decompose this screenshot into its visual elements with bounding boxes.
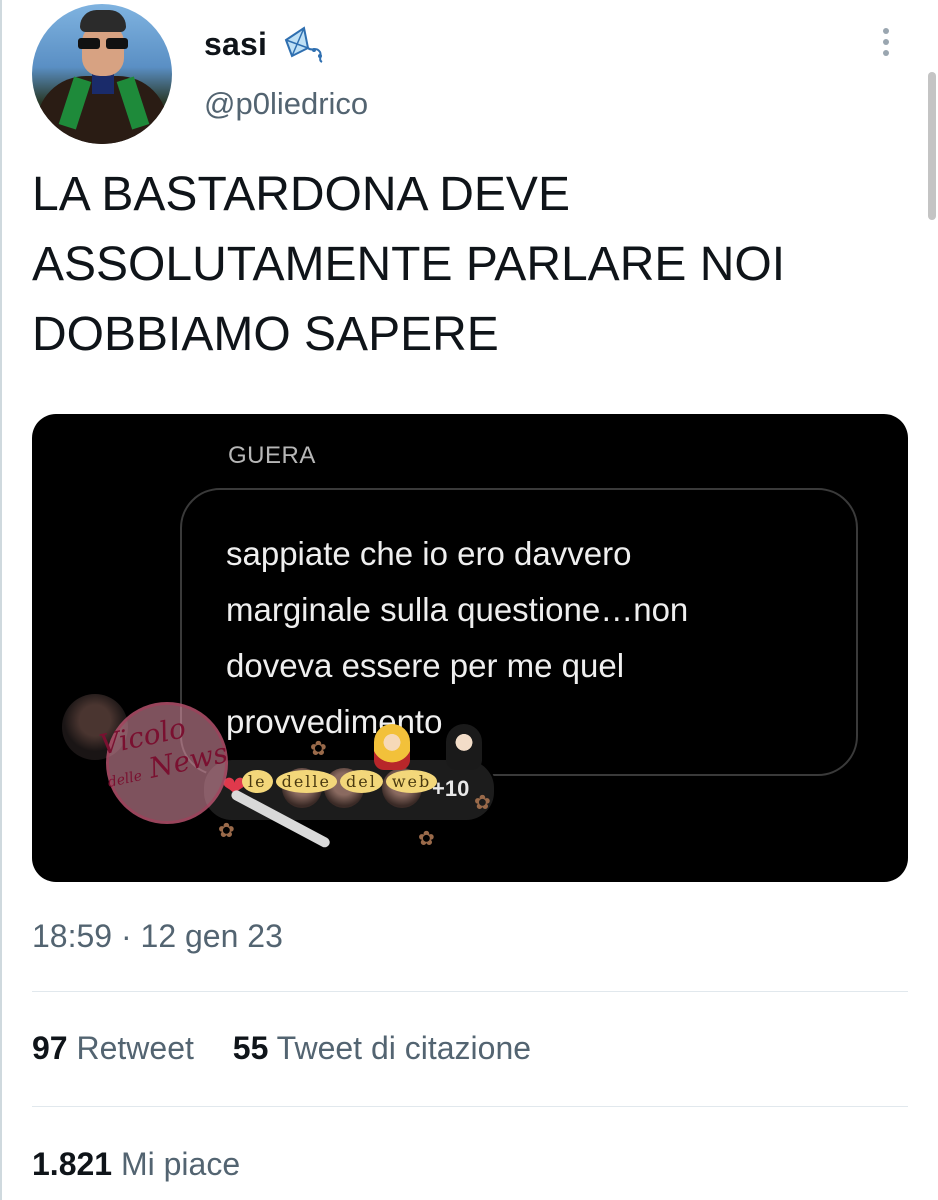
likes-count: 1.821 xyxy=(32,1146,113,1182)
likes-row: 1.821 Mi piace xyxy=(32,1146,270,1183)
tweet-text-line: DOBBIAMO SAPERE xyxy=(32,308,499,361)
paw-icon: ✿ xyxy=(474,792,491,814)
sticker-letter: web xyxy=(385,770,438,793)
engagement-row: 97 Retweet 55 Tweet di citazione xyxy=(32,1030,561,1067)
kite-icon xyxy=(284,26,323,63)
paw-icon: ✿ xyxy=(418,828,435,850)
tweet-media-image[interactable]: GUERA sappiate che io ero davvero margin… xyxy=(32,414,908,882)
sticker-girl-blonde xyxy=(374,724,410,770)
sticker-letter: del xyxy=(340,770,383,793)
tweet-timestamp[interactable]: 18:59 · 12 gen 23 xyxy=(32,918,283,955)
retweets-count: 97 xyxy=(32,1030,68,1066)
message-line: sappiate che io ero davvero xyxy=(226,535,632,572)
retweets-label: Retweet xyxy=(76,1030,194,1066)
message-text: sappiate che io ero davvero marginale su… xyxy=(226,526,846,750)
retweets-stat[interactable]: 97 Retweet xyxy=(32,1030,194,1067)
author-avatar[interactable] xyxy=(32,4,172,144)
author-display-name[interactable]: sasi xyxy=(204,26,267,63)
sticker-letter: delle xyxy=(275,770,338,793)
more-vertical-icon[interactable] xyxy=(876,28,896,64)
tweet-text: LA BASTARDONA DEVE ASSOLUTAMENTE PARLARE… xyxy=(32,160,912,370)
tweet-text-line: ASSOLUTAMENTE PARLARE NOI xyxy=(32,238,786,291)
quotes-label: Tweet di citazione xyxy=(276,1030,532,1066)
left-border xyxy=(0,0,2,1200)
divider xyxy=(32,1106,908,1107)
author-handle[interactable]: @p0liedrico xyxy=(204,86,368,122)
sticker-girl-dark xyxy=(446,724,482,770)
likes-stat[interactable]: 1.821 Mi piace xyxy=(32,1146,240,1183)
message-line: doveva essere per me quel xyxy=(226,647,625,684)
tweet-text-line: LA BASTARDONA DEVE xyxy=(32,168,570,221)
scrollbar[interactable] xyxy=(928,72,936,220)
paw-icon: ✿ xyxy=(218,820,235,842)
message-sender-name: GUERA xyxy=(228,442,316,469)
message-line: marginale sulla questione…non xyxy=(226,591,689,628)
quotes-stat[interactable]: 55 Tweet di citazione xyxy=(233,1030,531,1067)
paw-icon: ✿ xyxy=(310,738,327,760)
quotes-count: 55 xyxy=(232,1030,269,1066)
likes-label: Mi piace xyxy=(120,1146,241,1182)
sticker-text: le delle del web xyxy=(242,770,440,793)
divider xyxy=(32,991,908,992)
sticker-letter: le xyxy=(242,770,273,793)
